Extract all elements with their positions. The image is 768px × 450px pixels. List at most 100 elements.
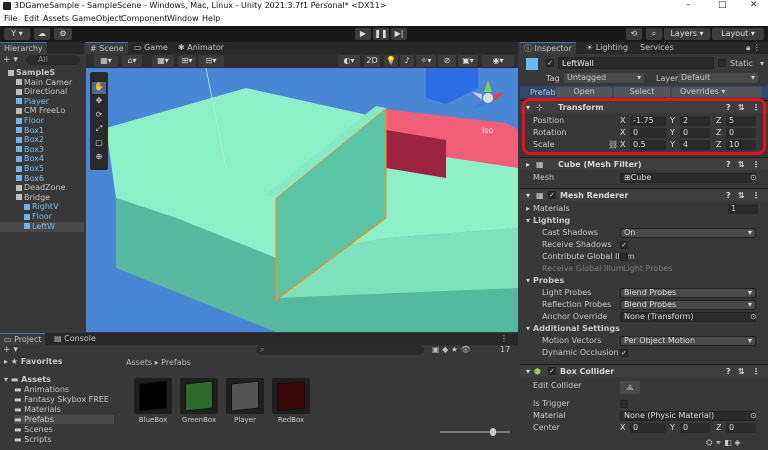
hierarchy-item[interactable]: Box2 (0, 135, 84, 145)
hidden-packages-icon[interactable]: 👁 (461, 345, 471, 354)
filter-type-icon[interactable]: ▣ (432, 345, 440, 354)
hierarchy-item[interactable]: Box6 (0, 174, 84, 184)
draw-mode-dropdown[interactable]: ▦▾ (94, 55, 118, 67)
anchor-picker-icon[interactable]: ⊙ (750, 311, 757, 323)
create-asset-button[interactable]: + ▾ (3, 345, 18, 355)
favorites-section[interactable]: ▸ ★ Favorites (4, 357, 63, 366)
reflection-probes-dropdown[interactable]: Blend Probes ▾ (620, 300, 756, 310)
box-collider-menu-icon[interactable]: ⋮ (752, 365, 760, 378)
box-collider-preset-icon[interactable]: ⇅ (738, 365, 745, 378)
tag-dropdown[interactable]: Untagged ▾ (564, 73, 644, 83)
layers-dropdown[interactable]: Layers ▾ (664, 28, 710, 40)
is-trigger-checkbox[interactable] (620, 400, 628, 408)
breadcrumb-leaf[interactable]: Prefabs (161, 358, 191, 367)
mesh-field[interactable]: ⊞Cube (620, 173, 756, 183)
scene-camera-icon[interactable]: ▣▾ (458, 55, 478, 67)
asset-thumbnail[interactable] (272, 378, 310, 414)
menu-file[interactable]: File (4, 14, 17, 23)
mesh-renderer-preset-icon[interactable]: ⇅ (738, 189, 745, 202)
anchor-override-field[interactable]: None (Transform) (620, 312, 756, 322)
zoom-slider[interactable] (440, 428, 510, 436)
center-y-label[interactable]: Y (670, 423, 675, 433)
center-x-label[interactable]: X (620, 423, 625, 433)
object-name-field[interactable]: LeftWall (558, 57, 714, 69)
breadcrumb-root[interactable]: Assets (126, 358, 152, 367)
hierarchy-item[interactable]: Directional (0, 87, 84, 97)
tab-console[interactable]: ▤ Console (50, 333, 100, 345)
hierarchy-item[interactable]: Bridge (0, 193, 84, 203)
materials-row[interactable]: ▸ Materials 1 (520, 203, 768, 215)
static-checkbox[interactable] (718, 59, 726, 67)
gizmos-dropdown[interactable]: ◉▾ (482, 55, 514, 67)
hierarchy-item[interactable]: LeftW (0, 221, 84, 232)
scale-tool-icon[interactable]: ⤢ (92, 124, 106, 136)
snap-dropdown[interactable]: ⊞▾ (178, 55, 196, 67)
box-collider-header[interactable]: ▾ ⬢ ✓ Box Collider ? ⇅ ⋮ (520, 364, 768, 377)
project-folder[interactable]: ▬ Materials (14, 405, 114, 414)
layer-dropdown[interactable]: Default ▾ (678, 73, 758, 83)
project-folder[interactable]: ▬ Scenes (14, 425, 114, 434)
physic-material-field[interactable]: None (Physic Material) (620, 411, 756, 421)
debug-icon[interactable]: ⛭ (706, 438, 712, 447)
hierarchy-item[interactable]: SampleS (0, 68, 84, 78)
mesh-filter-preset-icon[interactable]: ⇅ (738, 158, 745, 171)
step-button[interactable]: ▶| (391, 28, 407, 40)
shading-dropdown[interactable]: ◐▾ (338, 55, 360, 67)
menu-component[interactable]: Component (121, 14, 167, 23)
gizmo-dropdown[interactable]: ⌂▾ (122, 55, 142, 67)
project-folder[interactable]: ▬ Animations (14, 385, 114, 394)
scene-viewport[interactable]: ✋ ✥ ⟳ ⤢ ▢ ⊕ Iso (86, 68, 518, 332)
center-z-field[interactable]: 0 (726, 423, 756, 433)
box-collider-help-icon[interactable]: ? (726, 365, 731, 378)
assets-root[interactable]: ▾ ▬ Assets (4, 375, 51, 384)
effects-dropdown[interactable]: ✧▾ (416, 55, 436, 67)
cast-shadows-dropdown[interactable]: On ▾ (620, 228, 756, 238)
menu-window[interactable]: Window (167, 14, 199, 23)
tab-project[interactable]: ▭ Project (0, 333, 46, 345)
transform-tool-icon[interactable]: ⊕ (92, 152, 106, 164)
mesh-renderer-header[interactable]: ▾ ▦ ✓ Mesh Renderer ? ⇅ ⋮ (520, 188, 768, 201)
hierarchy-item[interactable]: Floor (0, 116, 84, 126)
grid-dropdown[interactable]: ▦▾ (152, 55, 174, 67)
hierarchy-item[interactable]: Player (0, 97, 84, 107)
minimize-icon[interactable]: – (686, 0, 691, 10)
close-icon[interactable]: ✕ (750, 0, 758, 10)
center-x-field[interactable]: 0 (630, 423, 666, 433)
additional-settings-section[interactable]: ▾ Additional Settings (520, 323, 768, 335)
hierarchy-item[interactable]: Box4 (0, 154, 84, 164)
layout-dropdown[interactable]: Layout ▾ (712, 28, 764, 40)
history-icon[interactable]: ⟲ (626, 28, 642, 40)
menu-help[interactable]: Help (202, 14, 220, 23)
rotate-tool-icon[interactable]: ⟳ (92, 110, 106, 122)
move-tool-icon[interactable]: ✥ (92, 96, 106, 108)
cloud-icon[interactable]: ☁ (34, 28, 50, 40)
rect-tool-icon[interactable]: ▢ (92, 138, 106, 150)
static-dropdown-icon[interactable]: ▾ (760, 59, 764, 68)
favorite-icon[interactable]: ★ (451, 345, 458, 354)
mesh-renderer-help-icon[interactable]: ? (726, 189, 731, 202)
menu-assets[interactable]: Assets (43, 14, 69, 23)
motion-vectors-dropdown[interactable]: Per Object Motion ▾ (620, 336, 756, 346)
materials-count-field[interactable]: 1 (728, 204, 758, 214)
filter-label-icon[interactable]: ◆ (442, 345, 448, 354)
center-z-label[interactable]: Z (716, 423, 721, 433)
tab-hierarchy[interactable]: Hierarchy (0, 42, 47, 54)
contribute-gi-checkbox[interactable] (620, 253, 628, 261)
prefab-open-button[interactable]: Open (556, 87, 612, 97)
mesh-picker-icon[interactable]: ⊙ (750, 172, 757, 184)
account-dropdown[interactable]: Y ▾ (4, 28, 30, 40)
mesh-filter-header[interactable]: ▸ ▦ Cube (Mesh Filter) ? ⇅ ⋮ (520, 157, 768, 170)
dynamic-occlusion-checkbox[interactable]: ✓ (620, 349, 628, 357)
prefab-overrides-dropdown[interactable]: Overrides ▾ (672, 87, 762, 97)
hierarchy-item[interactable]: RightV (0, 202, 84, 212)
hierarchy-item[interactable]: DeadZone (0, 183, 84, 193)
hidden-objects-icon[interactable]: ⊘ (438, 55, 456, 67)
project-folder[interactable]: ▬ Fantasy Skybox FREE (14, 395, 114, 404)
menu-gameobject[interactable]: GameObject (72, 14, 122, 23)
asset-thumbnail[interactable] (180, 378, 218, 414)
hand-tool-icon[interactable]: ✋ (92, 82, 106, 94)
edit-collider-button[interactable]: ⟁ (620, 381, 640, 394)
project-folder[interactable]: ▬ Scripts (14, 435, 114, 444)
center-y-field[interactable]: 0 (680, 423, 710, 433)
physic-material-picker-icon[interactable]: ⊙ (750, 410, 757, 422)
